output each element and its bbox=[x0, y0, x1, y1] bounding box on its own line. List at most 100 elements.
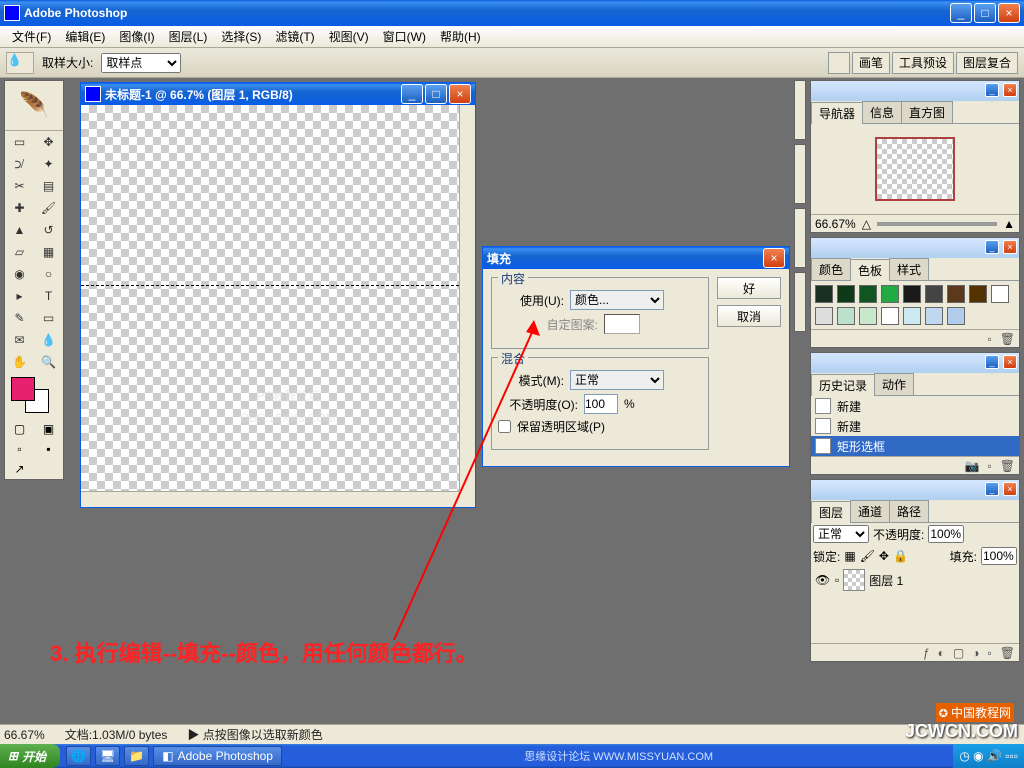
zoom-in-icon[interactable]: ▲ bbox=[1003, 217, 1015, 231]
swatch[interactable] bbox=[881, 307, 899, 325]
standard-mode-icon[interactable]: ▢ bbox=[5, 419, 34, 439]
navigator-thumbnail[interactable] bbox=[811, 124, 1019, 214]
status-docinfo[interactable]: 文档:1.03M/0 bytes bbox=[65, 726, 168, 743]
brush-tool[interactable]: 🖌 bbox=[34, 197, 63, 219]
blend-mode-select[interactable]: 正常 bbox=[813, 525, 869, 543]
tab-paths[interactable]: 路径 bbox=[889, 500, 929, 522]
mode-select[interactable]: 正常 bbox=[570, 370, 664, 390]
lock-transparency-icon[interactable]: ▦ bbox=[844, 549, 855, 563]
path-tool[interactable]: ▸ bbox=[5, 285, 34, 307]
swatch[interactable] bbox=[969, 285, 987, 303]
preserve-transparency-checkbox[interactable] bbox=[498, 420, 511, 433]
blur-tool[interactable]: ◉ bbox=[5, 263, 34, 285]
menu-file[interactable]: 文件(F) bbox=[6, 26, 57, 47]
wand-tool[interactable]: ✦ bbox=[34, 153, 63, 175]
tab-channels[interactable]: 通道 bbox=[850, 500, 890, 522]
link-icon[interactable]: ▫ bbox=[835, 573, 839, 587]
swatch[interactable] bbox=[837, 285, 855, 303]
sample-size-select[interactable]: 取样点 bbox=[101, 53, 181, 73]
color-min-button[interactable]: _ bbox=[985, 240, 999, 254]
swatches-grid[interactable] bbox=[811, 281, 1019, 329]
close-button[interactable]: × bbox=[998, 3, 1020, 23]
marquee-tool[interactable]: ▭ bbox=[5, 131, 34, 153]
tab-tool-presets[interactable]: 工具预设 bbox=[892, 52, 954, 74]
tab-color[interactable]: 颜色 bbox=[811, 258, 851, 280]
jump-to-icon[interactable]: ↗ bbox=[5, 459, 34, 479]
eraser-tool[interactable]: ▱ bbox=[5, 241, 34, 263]
collapsed-panel-1[interactable] bbox=[794, 80, 806, 140]
history-item[interactable]: 新建 bbox=[811, 416, 1019, 436]
swatch[interactable] bbox=[991, 285, 1009, 303]
status-zoom[interactable]: 66.67% bbox=[4, 728, 45, 742]
quicklaunch-1[interactable]: 🌐 bbox=[66, 746, 91, 766]
dodge-tool[interactable]: ○ bbox=[34, 263, 63, 285]
type-tool[interactable]: T bbox=[34, 285, 63, 307]
stamp-tool[interactable]: ▲ bbox=[5, 219, 34, 241]
zoom-out-icon[interactable]: △ bbox=[862, 217, 871, 231]
cancel-button[interactable]: 取消 bbox=[717, 305, 781, 327]
swatch[interactable] bbox=[903, 307, 921, 325]
quicklaunch-3[interactable]: 📁 bbox=[124, 746, 149, 766]
swatch[interactable] bbox=[903, 285, 921, 303]
new-doc-icon[interactable]: ▫ bbox=[988, 459, 992, 473]
lock-pixels-icon[interactable]: 🖌 bbox=[860, 549, 875, 563]
crop-tool[interactable]: ✂ bbox=[5, 175, 34, 197]
swatch[interactable] bbox=[859, 285, 877, 303]
new-group-icon[interactable]: ▢ bbox=[953, 646, 964, 660]
screen-mode-2-icon[interactable]: ▪ bbox=[34, 439, 63, 459]
menu-layer[interactable]: 图层(L) bbox=[163, 26, 214, 47]
menu-view[interactable]: 视图(V) bbox=[323, 26, 375, 47]
adjustment-icon[interactable]: ◑ bbox=[972, 646, 979, 660]
delete-history-icon[interactable]: 🗑 bbox=[1000, 459, 1015, 473]
layer-mask-icon[interactable]: ◐ bbox=[938, 646, 945, 660]
collapsed-panel-4[interactable] bbox=[794, 272, 806, 332]
new-layer-icon[interactable]: ▫ bbox=[988, 646, 992, 660]
gradient-tool[interactable]: ▦ bbox=[34, 241, 63, 263]
menu-help[interactable]: 帮助(H) bbox=[434, 26, 487, 47]
tab-swatches[interactable]: 色板 bbox=[850, 259, 890, 281]
layer-style-icon[interactable]: ƒ bbox=[923, 646, 930, 660]
layers-close-button[interactable]: × bbox=[1003, 482, 1017, 496]
tab-layer-comps[interactable]: 图层复合 bbox=[956, 52, 1018, 74]
tab-history[interactable]: 历史记录 bbox=[811, 374, 875, 396]
doc-close-button[interactable]: × bbox=[449, 84, 471, 104]
ok-button[interactable]: 好 bbox=[717, 277, 781, 299]
dialog-close-button[interactable]: × bbox=[763, 248, 785, 268]
swatch[interactable] bbox=[947, 307, 965, 325]
delete-layer-icon[interactable]: 🗑 bbox=[1000, 646, 1015, 660]
swatch[interactable] bbox=[947, 285, 965, 303]
canvas[interactable]: PS教程论坛BBS.16XX8.COM bbox=[81, 105, 459, 491]
doc-maximize-button[interactable]: □ bbox=[425, 84, 447, 104]
layer-row[interactable]: 👁 ▫ 图层 1 bbox=[811, 567, 1019, 593]
visibility-icon[interactable]: 👁 bbox=[815, 573, 831, 587]
maximize-button[interactable]: □ bbox=[974, 3, 996, 23]
menu-window[interactable]: 窗口(W) bbox=[377, 26, 432, 47]
palette-well-icon[interactable] bbox=[828, 52, 850, 74]
quicklaunch-2[interactable]: 🖥 bbox=[95, 746, 120, 766]
new-swatch-icon[interactable]: ▫ bbox=[988, 332, 992, 346]
tab-layers[interactable]: 图层 bbox=[811, 501, 851, 523]
slice-tool[interactable]: ▤ bbox=[34, 175, 63, 197]
quickmask-mode-icon[interactable]: ▣ bbox=[34, 419, 63, 439]
screen-mode-1-icon[interactable]: ▫ bbox=[5, 439, 34, 459]
delete-swatch-icon[interactable]: 🗑 bbox=[1000, 332, 1015, 346]
tab-histogram[interactable]: 直方图 bbox=[901, 101, 953, 123]
color-close-button[interactable]: × bbox=[1003, 240, 1017, 254]
eyedropper-tool[interactable]: 💧 bbox=[34, 329, 63, 351]
doc-minimize-button[interactable]: _ bbox=[401, 84, 423, 104]
history-item[interactable]: 新建 bbox=[811, 396, 1019, 416]
doc-hscrollbar[interactable] bbox=[81, 491, 459, 507]
collapsed-panel-3[interactable] bbox=[794, 208, 806, 268]
menu-image[interactable]: 图像(I) bbox=[113, 26, 160, 47]
minimize-button[interactable]: _ bbox=[950, 3, 972, 23]
hist-close-button[interactable]: × bbox=[1003, 355, 1017, 369]
hist-min-button[interactable]: _ bbox=[985, 355, 999, 369]
pen-tool[interactable]: ✎ bbox=[5, 307, 34, 329]
menu-filter[interactable]: 滤镜(T) bbox=[269, 26, 320, 47]
layer-name[interactable]: 图层 1 bbox=[869, 572, 903, 589]
zoom-tool[interactable]: 🔍 bbox=[34, 351, 63, 373]
foreground-color[interactable] bbox=[11, 377, 35, 401]
swatch[interactable] bbox=[815, 285, 833, 303]
tab-actions[interactable]: 动作 bbox=[874, 373, 914, 395]
notes-tool[interactable]: ✉ bbox=[5, 329, 34, 351]
